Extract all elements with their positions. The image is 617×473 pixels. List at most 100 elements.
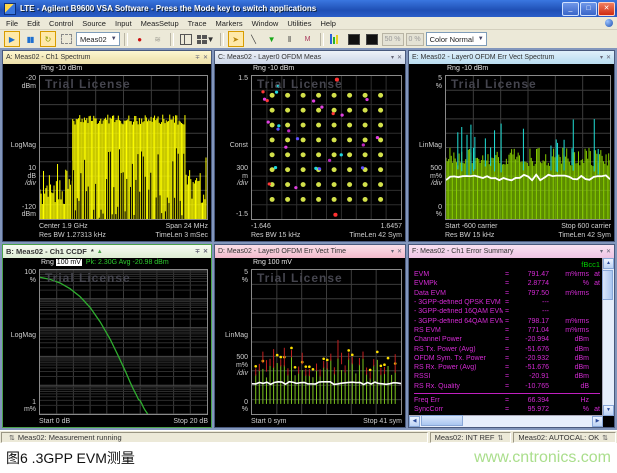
selection-button[interactable] xyxy=(58,31,74,47)
menu-item-control[interactable]: Control xyxy=(49,19,73,28)
vertical-scroll-thumb[interactable] xyxy=(602,270,613,300)
status-spinner-icon[interactable]: ⇅ xyxy=(498,434,504,442)
panel-err-vect-time-body[interactable]: Rng 100 mV Trial License 5% LinMag 500m%… xyxy=(215,258,405,427)
status-bar: ⇅Meas02: Measurement running Meas02: INT… xyxy=(0,430,617,444)
playback-icon: ≋ xyxy=(154,35,161,44)
horizontal-scroll-thumb[interactable] xyxy=(421,415,463,426)
summary-row: RS Tx. Power (Avg)=-51.676dBm xyxy=(414,344,600,353)
summary-row: OFDM Sym. Tx. Power=-20.932dBm xyxy=(414,354,600,363)
panel-ccdf-titlebar[interactable]: B: Meas02 - Ch1 CCDF * ▲ ∓ ✕ xyxy=(3,245,211,258)
color-mode-select[interactable]: Color Normal▼ xyxy=(426,32,487,46)
scroll-left-icon[interactable]: ◀ xyxy=(409,416,420,427)
trace-color-button-1[interactable] xyxy=(346,31,362,47)
pause-icon: ▮▮ xyxy=(27,35,34,44)
summary-row: RS EVM=771.04m%rms xyxy=(414,326,600,335)
scroll-down-icon[interactable]: ▼ xyxy=(603,405,614,416)
menu-item-utilities[interactable]: Utilities xyxy=(287,19,311,28)
menu-item-input[interactable]: Input xyxy=(115,19,132,28)
ccdf-plot[interactable] xyxy=(39,269,208,415)
pin-icon[interactable]: ▾ xyxy=(600,248,603,255)
help-logo-icon[interactable] xyxy=(605,19,613,27)
spectrum-plot[interactable] xyxy=(39,75,208,220)
constellation-plot[interactable] xyxy=(251,75,402,220)
close-icon[interactable]: ✕ xyxy=(203,54,208,61)
zoom-percent-field-1: 50 % xyxy=(382,33,404,46)
summary-row: - 3GPP-defined QPSK EVM=--- xyxy=(414,298,600,307)
line-marker-icon: ╲ xyxy=(251,35,256,44)
close-button[interactable]: ✕ xyxy=(598,2,615,16)
summary-row: RSSI=-20.91dBm xyxy=(414,372,600,381)
summary-row: Data EVM=797.50m%rms xyxy=(414,289,600,298)
app-icon xyxy=(4,3,16,15)
menu-item-source[interactable]: Source xyxy=(82,19,106,28)
pin-icon[interactable]: ▾ xyxy=(391,248,394,255)
pause-button[interactable]: ▮▮ xyxy=(22,31,38,47)
figure-caption-area: 图6 .3GPP EVM测量 www.cntronics.com xyxy=(0,443,617,473)
record-button[interactable]: ● xyxy=(132,31,148,47)
minimize-button[interactable]: _ xyxy=(562,2,579,16)
panel-err-vect-spectrum-body[interactable]: Rng -10 dBm Trial License 5% LinMag 500m… xyxy=(409,64,614,241)
range-value-field[interactable]: 100 mV xyxy=(56,259,82,266)
layout-single-icon xyxy=(180,34,192,45)
measurement-select[interactable]: Meas02▼ xyxy=(76,32,120,46)
err-vect-spectrum-plot[interactable] xyxy=(445,75,611,220)
menu-item-edit[interactable]: Edit xyxy=(27,19,40,28)
status-spinner-icon[interactable]: ⇅ xyxy=(602,434,608,442)
active-triangle-icon: ▲ xyxy=(97,249,103,255)
summary-row: - 3GPP-defined 16QAM EVM=--- xyxy=(414,307,600,316)
pin-icon[interactable]: ▾ xyxy=(600,54,603,61)
close-icon[interactable]: ✕ xyxy=(203,248,208,255)
status-spinner-icon[interactable]: ⇅ xyxy=(9,434,15,442)
menu-item-file[interactable]: File xyxy=(6,19,18,28)
menu-item-window[interactable]: Window xyxy=(252,19,279,28)
close-icon[interactable]: ✕ xyxy=(606,54,611,61)
menu-item-meassetup[interactable]: MeasSetup xyxy=(141,19,179,28)
close-icon[interactable]: ✕ xyxy=(397,54,402,61)
panel-spectrum-titlebar[interactable]: A: Meas02 - Ch1 Spectrum ∓ ✕ xyxy=(3,51,211,64)
restart-button[interactable]: ↻ xyxy=(40,31,56,47)
panel-err-vect-time-titlebar[interactable]: D: Meas02 - Layer0 OFDM Err Vect Time ▾ … xyxy=(215,245,405,258)
peak-marker-icon: M xyxy=(305,36,311,43)
close-icon[interactable]: ✕ xyxy=(397,248,402,255)
panel-constellation: C: Meas02 - Layer0 OFDM Meas ▾ ✕ Rng -10… xyxy=(214,50,406,242)
panel-err-vect-spectrum-titlebar[interactable]: E: Meas02 - Layer0 OFDM Err Vect Spectru… xyxy=(409,51,614,64)
menu-item-trace[interactable]: Trace xyxy=(188,19,207,28)
pin-icon[interactable]: ∓ xyxy=(195,54,200,61)
panel-error-summary-body[interactable]: fBcc1 EVM=791.47m%rmsatEVMPk=2.8774%atDa… xyxy=(409,258,614,427)
panel-constellation-body[interactable]: Rng -10 dBm Trial License 1.5 Const 300m… xyxy=(215,64,405,241)
marker-button[interactable]: ▼ xyxy=(264,31,280,47)
peak-marker-button[interactable]: M xyxy=(300,31,316,47)
play-button[interactable]: ▶ xyxy=(4,31,20,47)
summary-row: RS Rx. Power (Avg)=-51.676dBm xyxy=(414,363,600,372)
panel-error-summary-titlebar[interactable]: F: Meas02 - Ch1 Error Summary ▾ ✕ xyxy=(409,245,614,258)
pin-icon[interactable]: ▾ xyxy=(391,54,394,61)
layout-grid-button[interactable]: ▼ xyxy=(196,31,216,47)
toolbar: ▶ ▮▮ ↻ Meas02▼ ● ≋ ▼ ➤ ╲ ▼ ‖ M 50 % 0 % … xyxy=(0,30,617,48)
window-titlebar[interactable]: LTE - Agilent B9600 VSA Software - Press… xyxy=(0,0,617,17)
trace-color-button-2[interactable] xyxy=(364,31,380,47)
menu-item-markers[interactable]: Markers xyxy=(216,19,243,28)
close-icon[interactable]: ✕ xyxy=(606,248,611,255)
menu-item-help[interactable]: Help xyxy=(320,19,335,28)
panel-spectrum-body[interactable]: Rng -10 dBm Trial License -20dBm LogMag … xyxy=(3,64,211,241)
pin-icon[interactable]: ∓ xyxy=(195,248,200,255)
window-title: LTE - Agilent B9600 VSA Software - Press… xyxy=(20,4,562,13)
record-icon: ● xyxy=(137,35,142,44)
panel-constellation-titlebar[interactable]: C: Meas02 - Layer0 OFDM Meas ▾ ✕ xyxy=(215,51,405,64)
scroll-up-icon[interactable]: ▲ xyxy=(603,258,614,269)
panel-ccdf: B: Meas02 - Ch1 CCDF * ▲ ∓ ✕ Rng 100 mVP… xyxy=(2,244,212,428)
spectrogram-colors-button[interactable] xyxy=(328,31,344,47)
scroll-right-icon[interactable]: ▶ xyxy=(592,416,603,427)
band-marker-button[interactable]: ‖ xyxy=(282,31,298,47)
line-marker-button[interactable]: ╲ xyxy=(246,31,262,47)
layout-single-button[interactable] xyxy=(178,31,194,47)
summary-row: EVMPk=2.8774%at xyxy=(414,279,600,288)
play-icon: ▶ xyxy=(9,35,15,44)
summary-row: SyncCorr=95.972%at xyxy=(414,405,600,414)
err-vect-time-plot[interactable] xyxy=(251,269,402,415)
pointer-tool-button[interactable]: ➤ xyxy=(228,31,244,47)
summary-row: EVM=791.47m%rmsat xyxy=(414,270,600,279)
maximize-button[interactable]: □ xyxy=(580,2,597,16)
panel-ccdf-body[interactable]: Rng 100 mVPk: 2.30G Avg -20.98 dBm Trial… xyxy=(3,258,211,427)
error-summary-table: fBcc1 EVM=791.47m%rmsatEVMPk=2.8774%atDa… xyxy=(409,258,614,427)
